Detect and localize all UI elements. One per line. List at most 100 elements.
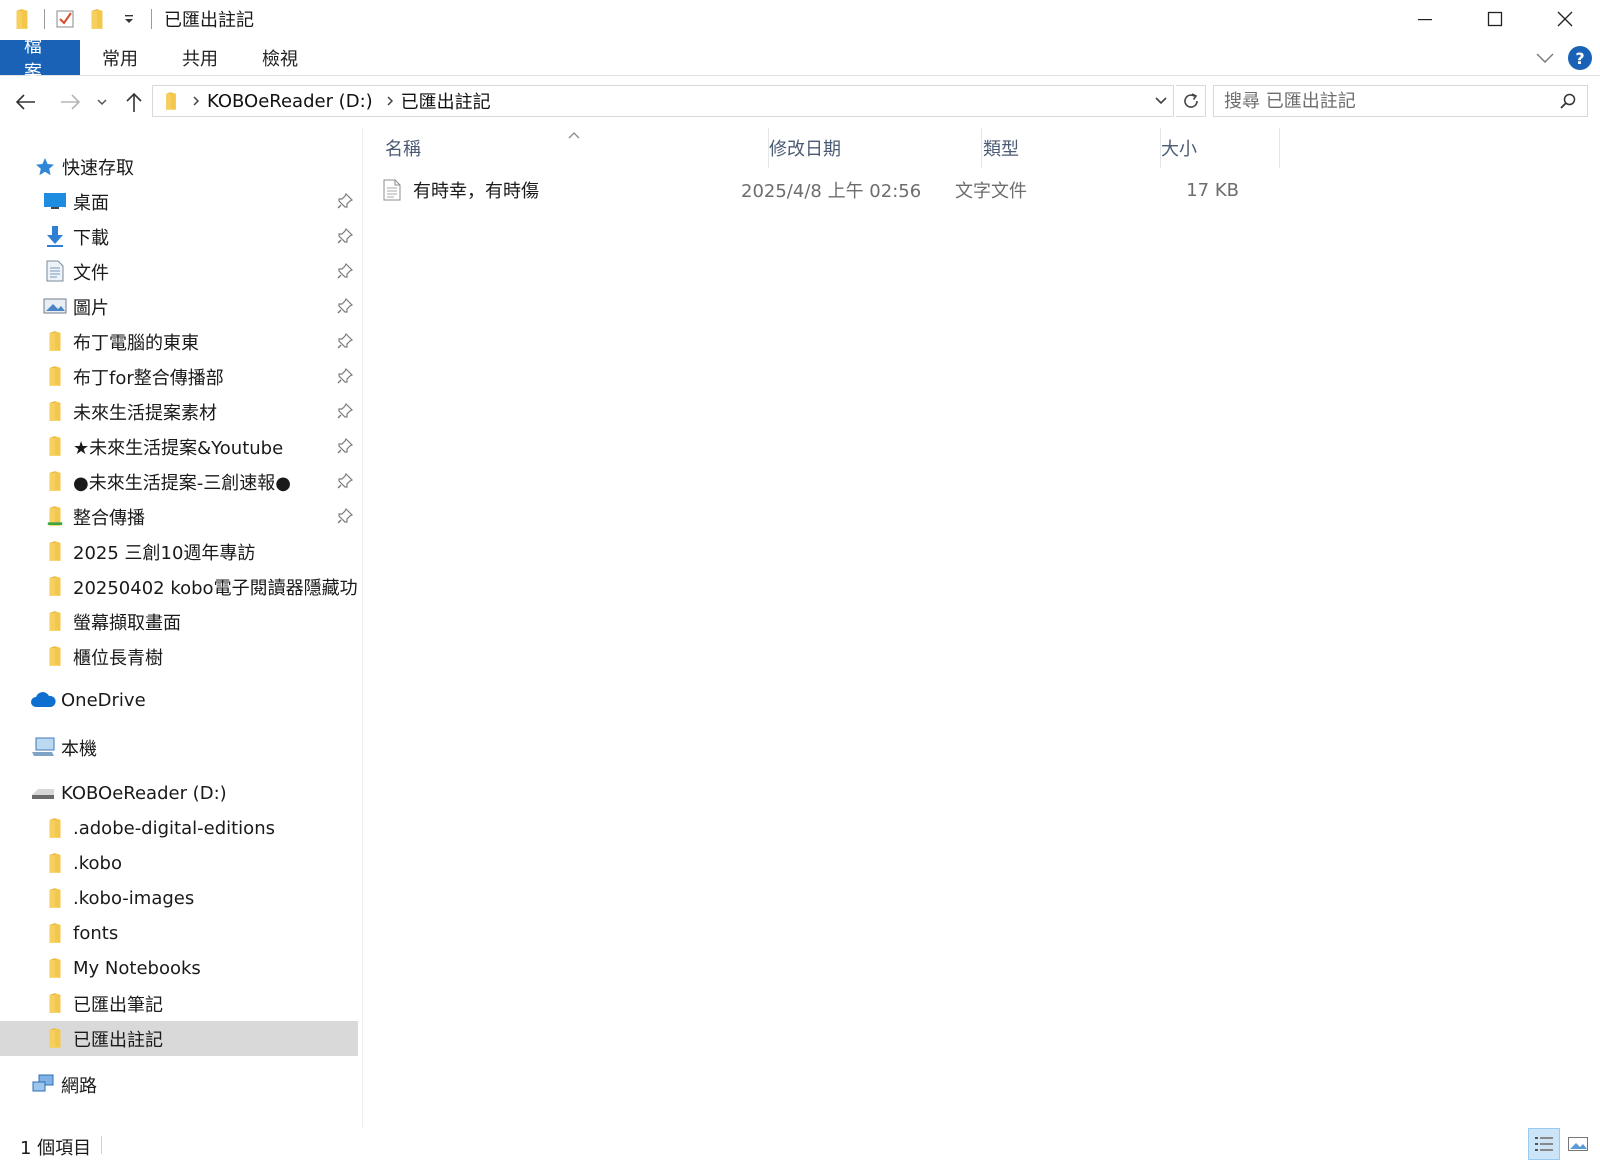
maximize-button[interactable] [1460, 0, 1530, 38]
column-divider[interactable] [1279, 128, 1280, 168]
navigation-bar: KOBOeReader (D:) 已匯出註記 [0, 82, 1600, 122]
sidebar-item-quick-access[interactable]: 文件 [0, 254, 358, 289]
chevron-right-icon[interactable] [185, 95, 207, 107]
sidebar-item-network[interactable]: 網路 [0, 1067, 358, 1102]
tab-share[interactable]: 共用 [160, 40, 240, 75]
help-icon: ? [1575, 48, 1585, 68]
folder-icon [157, 91, 185, 111]
column-header-type[interactable]: 類型 [955, 128, 1135, 168]
recent-locations-button[interactable] [88, 84, 116, 120]
close-icon [1557, 11, 1573, 27]
expand-ribbon-chevron-icon[interactable] [1536, 48, 1554, 69]
item-count: 1 個項目 [20, 1138, 92, 1159]
sidebar-item-label: 2025 三創10週年專訪 [73, 542, 256, 564]
chevron-right-icon[interactable] [379, 95, 401, 107]
sidebar-item-label: 布丁for整合傳播部 [73, 367, 224, 389]
back-arrow-icon [15, 94, 35, 110]
sidebar-item-quick-access[interactable]: 20250402 kobo電子閱讀器隱藏功能 [0, 569, 358, 604]
sidebar-item-quick-access[interactable]: 螢幕擷取畫面 [0, 604, 358, 639]
properties-icon[interactable] [53, 4, 77, 34]
help-button[interactable]: ? [1568, 46, 1592, 70]
sidebar-item-quick-access[interactable]: 桌面 [0, 184, 358, 219]
search-box[interactable] [1213, 85, 1588, 117]
sidebar-item-drive-folder[interactable]: fonts [0, 916, 358, 951]
column-header-size[interactable]: 大小 [1133, 128, 1253, 168]
sidebar-item-quick-access[interactable]: 布丁for整合傳播部 [0, 359, 358, 394]
breadcrumb-drive[interactable]: KOBOeReader (D:) [207, 91, 373, 112]
column-header-modified[interactable]: 修改日期 [741, 128, 955, 168]
column-header-name[interactable]: 名稱 [363, 128, 745, 168]
sidebar-item-quick-access[interactable]: ●未來生活提案-三創速報● [0, 464, 358, 499]
folder-icon [42, 608, 68, 634]
details-view-icon [1535, 1137, 1553, 1151]
search-input[interactable] [1224, 90, 1544, 112]
toolbar-divider [151, 9, 152, 29]
sidebar-item-quick-access[interactable]: 圖片 [0, 289, 358, 324]
new-folder-icon[interactable] [85, 4, 109, 34]
sidebar-quick-access[interactable]: 快速存取 [0, 149, 358, 184]
sidebar-item-label: .kobo [73, 853, 122, 874]
sidebar-item-quick-access[interactable]: 未來生活提案素材 [0, 394, 358, 429]
sidebar-item-drive-folder[interactable]: .kobo-images [0, 881, 358, 916]
address-history-dropdown[interactable] [1147, 86, 1173, 116]
column-header-label: 修改日期 [769, 139, 841, 160]
sidebar-item-drive[interactable]: KOBOeReader (D:) [0, 776, 358, 811]
search-icon[interactable] [1559, 92, 1577, 115]
tab-view[interactable]: 檢視 [240, 40, 320, 75]
pin-icon [337, 403, 353, 424]
pin-icon [337, 438, 353, 459]
tab-file[interactable]: 檔案 [0, 36, 80, 83]
up-button[interactable] [114, 84, 154, 120]
folder-green-icon [42, 503, 68, 529]
sidebar-item-drive-folder[interactable]: My Notebooks [0, 951, 358, 986]
sidebar-item-quick-access[interactable]: 布丁電腦的東東 [0, 324, 358, 359]
title-bar: 已匯出註記 [0, 0, 1600, 38]
pictures-icon [42, 293, 68, 319]
large-icons-view-button[interactable] [1562, 1128, 1594, 1160]
column-header-label: 類型 [983, 139, 1019, 160]
sidebar-item-quick-access[interactable]: 2025 三創10週年專訪 [0, 534, 358, 569]
details-view-button[interactable] [1528, 1128, 1560, 1160]
sidebar-item-quick-access[interactable]: 下載 [0, 219, 358, 254]
customize-toolbar-dropdown-icon[interactable] [117, 4, 141, 34]
sidebar-item-label: .adobe-digital-editions [73, 818, 275, 839]
file-row[interactable]: 有時幸，有時傷 2025/4/8 上午 02:56 文字文件 17 KB [383, 172, 1263, 208]
refresh-button[interactable] [1176, 85, 1206, 117]
cloud-icon [30, 687, 56, 713]
address-bar[interactable]: KOBOeReader (D:) 已匯出註記 [152, 85, 1174, 117]
back-button[interactable] [6, 84, 46, 120]
sidebar-item-drive-folder[interactable]: 已匯出筆記 [0, 986, 358, 1021]
forward-arrow-icon [61, 94, 81, 110]
breadcrumb-current-folder[interactable]: 已匯出註記 [401, 88, 491, 114]
minimize-button[interactable] [1390, 0, 1460, 38]
close-button[interactable] [1530, 0, 1600, 38]
text-document-icon [383, 172, 409, 208]
ribbon-right-controls: ? [1536, 42, 1592, 74]
sidebar-item-label: 整合傳播 [73, 507, 145, 529]
sidebar-item-label: OneDrive [61, 690, 146, 711]
sidebar-item-label: My Notebooks [73, 958, 201, 979]
folder-icon [42, 815, 68, 841]
tab-home[interactable]: 常用 [80, 40, 160, 75]
folder-icon [42, 990, 68, 1016]
sidebar-item-drive-folder[interactable]: .kobo [0, 846, 358, 881]
sidebar-item-quick-access[interactable]: 櫃位長青樹 [0, 639, 358, 674]
pin-icon [337, 508, 353, 529]
sidebar-item-quick-access[interactable]: ★未來生活提案&Youtube [0, 429, 358, 464]
folder-icon [42, 955, 68, 981]
forward-button[interactable] [50, 84, 90, 120]
sidebar-item-this-pc[interactable]: 本機 [0, 730, 358, 765]
sidebar-item-label: 未來生活提案素材 [73, 402, 217, 424]
pin-icon [337, 228, 353, 249]
chevron-down-icon [97, 99, 107, 106]
file-list: 名稱 修改日期 類型 大小 有時幸，有時傷 2025/4/8 上午 02:56 … [363, 128, 1600, 1128]
sidebar-item-label: 螢幕擷取畫面 [73, 612, 181, 634]
computer-icon [30, 734, 56, 760]
drive-icon [30, 780, 56, 806]
pin-icon [337, 333, 353, 354]
sidebar-item-onedrive[interactable]: OneDrive [0, 683, 358, 718]
sidebar-item-drive-folder[interactable]: 已匯出註記 [0, 1021, 358, 1056]
sidebar-item-quick-access[interactable]: 整合傳播 [0, 499, 358, 534]
sidebar-item-label: 已匯出筆記 [73, 994, 163, 1016]
sidebar-item-drive-folder[interactable]: .adobe-digital-editions [0, 811, 358, 846]
